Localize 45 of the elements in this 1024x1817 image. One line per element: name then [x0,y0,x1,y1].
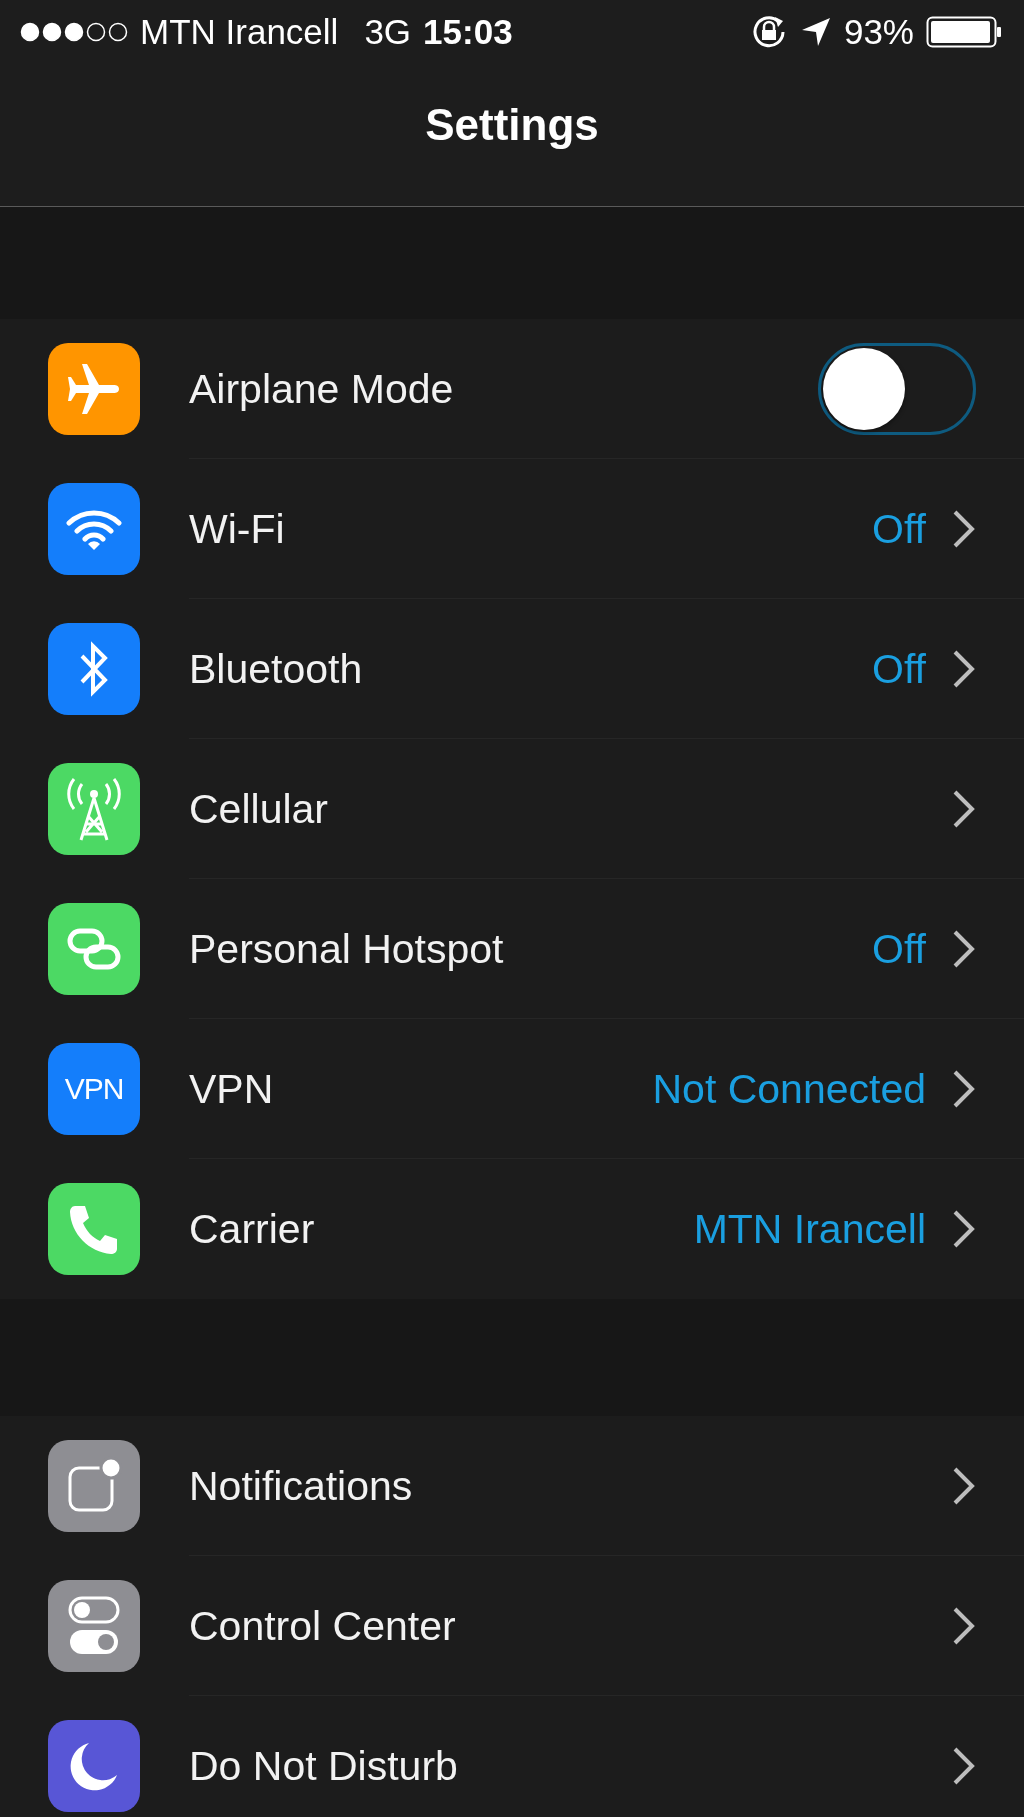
chevron-icon [952,1069,976,1109]
row-label: Cellular [189,785,328,833]
settings-row[interactable]: Wi-Fi Off [0,459,1024,599]
row-label: VPN [189,1065,274,1113]
settings-row[interactable]: Control Center [0,1556,1024,1696]
settings-row[interactable]: Cellular [0,739,1024,879]
settings-row[interactable]: Bluetooth Off [0,599,1024,739]
row-label: Airplane Mode [189,365,454,413]
battery-percent: 93% [843,12,914,52]
chevron-icon [952,1606,976,1646]
row-label: Carrier [189,1205,315,1253]
vpn-label: VPN [64,1072,124,1106]
page-title: Settings [425,100,599,150]
battery-icon [926,16,1002,48]
row-value: MTN Irancell [693,1205,926,1253]
chevron-icon [952,789,976,829]
row-label: Bluetooth [189,645,363,693]
clock-time: 15:03 [423,12,513,52]
network-type: 3G [364,12,412,52]
settings-row[interactable]: Do Not Disturb [0,1696,1024,1817]
row-value: Not Connected [652,1065,926,1113]
chevron-icon [952,509,976,549]
toggle-switch[interactable] [818,343,976,435]
chevron-icon [952,649,976,689]
row-label: Personal Hotspot [189,925,504,973]
chevron-icon [952,1466,976,1506]
chevron-icon [952,1746,976,1786]
settings-row[interactable]: Personal Hotspot Off [0,879,1024,1019]
settings-row[interactable]: Notifications [0,1416,1024,1556]
carrier-name: MTN Irancell [140,12,339,52]
settings-row[interactable]: Airplane Mode [0,319,1024,459]
wifi-icon [66,507,122,551]
row-value: Off [872,645,926,693]
row-value: Off [872,505,926,553]
chevron-icon [952,1209,976,1249]
row-label: Control Center [189,1602,456,1650]
row-label: Notifications [189,1462,413,1510]
chevron-icon [952,929,976,969]
settings-row[interactable]: Carrier MTN Irancell [0,1159,1024,1299]
bluetooth-icon [79,640,109,698]
row-value: Off [872,925,926,973]
row-label: Wi-Fi [189,505,285,553]
signal-dots-icon [20,22,128,42]
row-label: Do Not Disturb [189,1742,458,1790]
settings-row[interactable]: VPN VPN Not Connected [0,1019,1024,1159]
